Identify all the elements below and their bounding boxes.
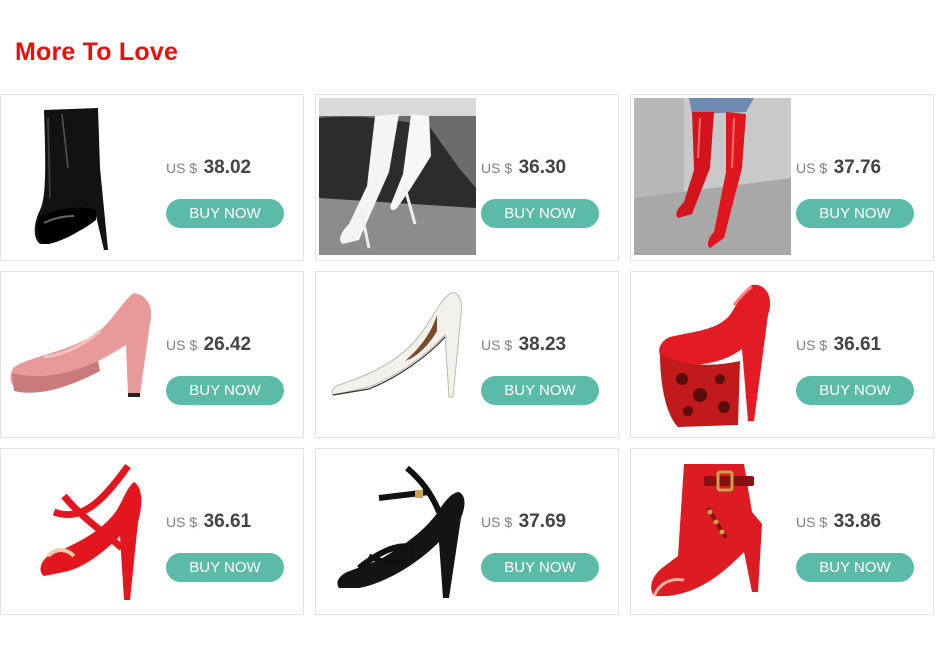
currency-label: US $ [796, 514, 828, 530]
price-amount: 38.02 [203, 157, 252, 178]
product-image[interactable] [4, 452, 161, 609]
currency-label: US $ [796, 160, 828, 176]
product-image[interactable] [4, 98, 161, 255]
product-image[interactable] [319, 452, 476, 609]
price-amount: 36.61 [203, 511, 252, 532]
buy-now-button[interactable]: BUY NOW [166, 376, 284, 405]
product-image[interactable] [634, 452, 791, 609]
product-card[interactable]: US $ 38.02 BUY NOW [0, 94, 304, 261]
product-card[interactable]: US $ 37.69 BUY NOW [315, 448, 619, 615]
price: US $ 38.02 [166, 157, 251, 179]
product-image[interactable] [319, 275, 476, 432]
price-amount: 37.76 [833, 157, 882, 178]
product-grid: US $ 38.02 BUY NOW US $ 36.30 BUY NOW US… [0, 94, 934, 615]
product-card[interactable]: US $ 33.86 BUY NOW [630, 448, 934, 615]
buy-now-button[interactable]: BUY NOW [481, 553, 599, 582]
product-card[interactable]: US $ 36.30 BUY NOW [315, 94, 619, 261]
buy-now-button[interactable]: BUY NOW [481, 199, 599, 228]
price-amount: 33.86 [833, 511, 882, 532]
price: US $ 36.30 [481, 157, 566, 179]
price: US $ 37.76 [796, 157, 881, 179]
price-amount: 26.42 [203, 334, 252, 355]
product-image[interactable] [319, 98, 476, 255]
currency-label: US $ [166, 337, 198, 353]
currency-label: US $ [166, 160, 198, 176]
buy-now-button[interactable]: BUY NOW [166, 199, 284, 228]
product-image[interactable] [634, 98, 791, 255]
price: US $ 33.86 [796, 511, 881, 533]
buy-now-button[interactable]: BUY NOW [796, 553, 914, 582]
price: US $ 38.23 [481, 334, 566, 356]
price: US $ 36.61 [796, 334, 881, 356]
product-card[interactable]: US $ 38.23 BUY NOW [315, 271, 619, 438]
currency-label: US $ [481, 514, 513, 530]
currency-label: US $ [796, 337, 828, 353]
section-title: More To Love [15, 38, 179, 66]
product-card[interactable]: US $ 37.76 BUY NOW [630, 94, 934, 261]
buy-now-button[interactable]: BUY NOW [796, 199, 914, 228]
price: US $ 36.61 [166, 511, 251, 533]
product-card[interactable]: US $ 36.61 BUY NOW [630, 271, 934, 438]
product-image[interactable] [4, 275, 161, 432]
price-amount: 37.69 [518, 511, 567, 532]
currency-label: US $ [481, 160, 513, 176]
product-card[interactable]: US $ 26.42 BUY NOW [0, 271, 304, 438]
currency-label: US $ [481, 337, 513, 353]
price-amount: 36.61 [833, 334, 882, 355]
price-amount: 36.30 [518, 157, 567, 178]
buy-now-button[interactable]: BUY NOW [481, 376, 599, 405]
price: US $ 37.69 [481, 511, 566, 533]
price: US $ 26.42 [166, 334, 251, 356]
price-amount: 38.23 [518, 334, 567, 355]
product-card[interactable]: US $ 36.61 BUY NOW [0, 448, 304, 615]
product-image[interactable] [634, 275, 791, 432]
currency-label: US $ [166, 514, 198, 530]
buy-now-button[interactable]: BUY NOW [796, 376, 914, 405]
buy-now-button[interactable]: BUY NOW [166, 553, 284, 582]
